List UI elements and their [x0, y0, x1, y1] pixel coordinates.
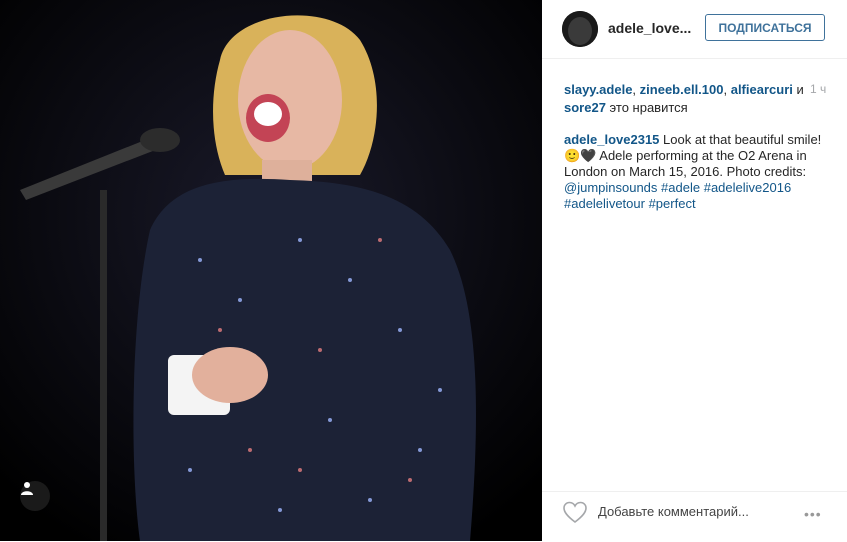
post-sidebar: adele_love... ПОДПИСАТЬСЯ slayy.adele, z…: [542, 0, 847, 541]
more-options-icon[interactable]: •••: [804, 506, 822, 522]
liker-separator: ,: [632, 82, 640, 97]
post-container: adele_love... ПОДПИСАТЬСЯ slayy.adele, z…: [0, 0, 847, 541]
liker-link[interactable]: slayy.adele: [564, 82, 632, 97]
avatar[interactable]: [562, 11, 598, 47]
heart-icon: [563, 501, 587, 524]
concert-photo: [0, 0, 542, 541]
post-photo[interactable]: [0, 0, 542, 541]
likes-suffix: это нравится: [609, 100, 688, 115]
post-timestamp[interactable]: 1 ч: [810, 82, 826, 96]
post-caption: adele_love2315 Look at that beautiful sm…: [564, 132, 826, 212]
person-icon: [21, 482, 33, 495]
hashtag-link[interactable]: #adelelive2016: [704, 180, 791, 195]
liker-link[interactable]: zineeb.ell.100: [640, 82, 724, 97]
mention-link[interactable]: @jumpinsounds: [564, 180, 657, 195]
liker-link[interactable]: alfiearcuri: [731, 82, 793, 97]
hashtag-link[interactable]: #adele: [661, 180, 700, 195]
hashtag-link[interactable]: #adelelivetour: [564, 196, 645, 211]
likes-summary: slayy.adele, zineeb.ell.100, alfiearcuri…: [564, 81, 814, 117]
hashtag-link[interactable]: #perfect: [649, 196, 696, 211]
caption-author-link[interactable]: adele_love2315: [564, 132, 659, 147]
liker-link[interactable]: sore27: [564, 100, 606, 115]
avatar-image: [562, 11, 598, 47]
liker-separator: ,: [723, 82, 731, 97]
likes-conjunction: и: [796, 82, 804, 97]
post-header: adele_love... ПОДПИСАТЬСЯ: [542, 0, 847, 59]
follow-button[interactable]: ПОДПИСАТЬСЯ: [705, 14, 825, 41]
username-link[interactable]: adele_love...: [608, 20, 691, 36]
user-tag-button[interactable]: [20, 481, 50, 511]
comment-input[interactable]: Добавьте комментарий...: [598, 504, 749, 519]
like-button[interactable]: [562, 500, 588, 526]
post-footer: Добавьте комментарий... •••: [542, 491, 847, 542]
